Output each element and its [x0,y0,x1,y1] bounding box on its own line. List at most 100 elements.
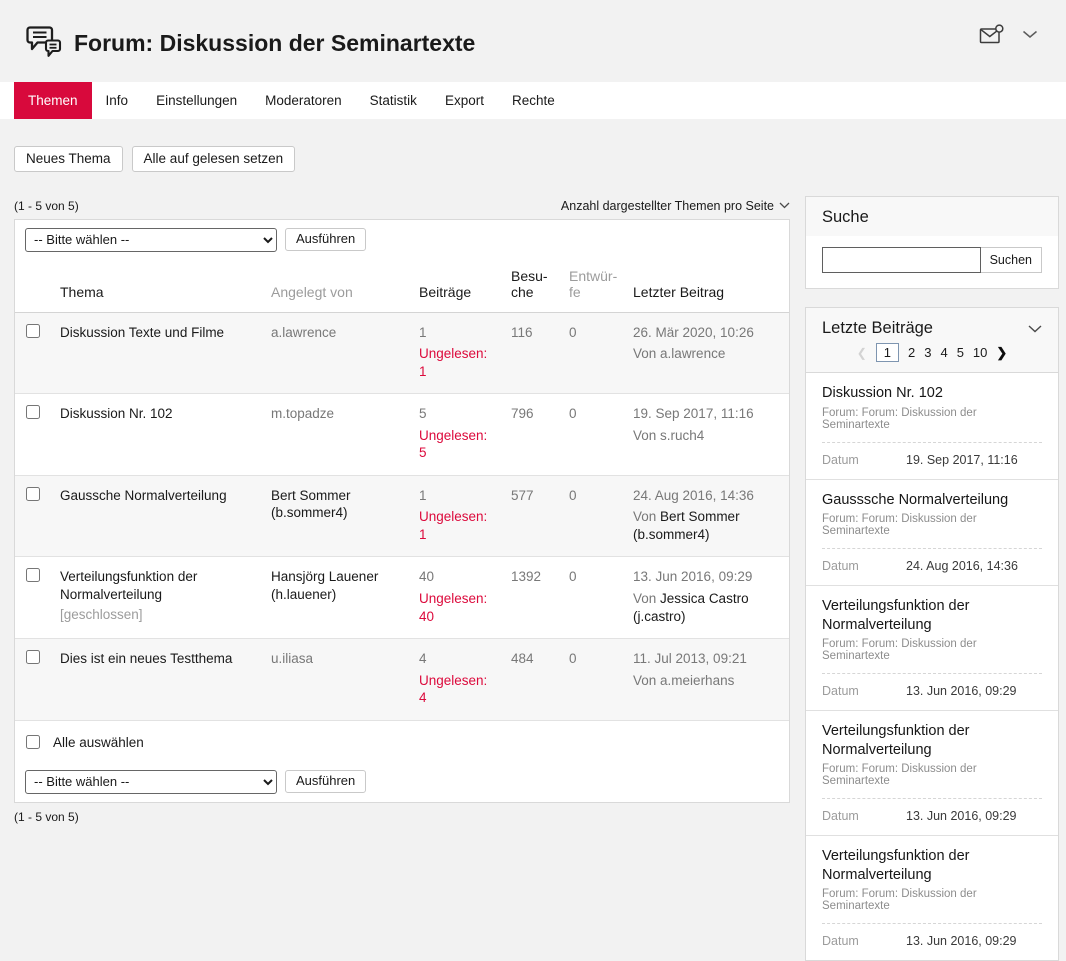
tab-label: Themen [28,93,78,108]
sidebar: Suche Suchen Letzte Beiträge ❮ 1 [805,196,1059,961]
range-info-top: (1 - 5 von 5) [14,199,79,213]
topic-visits: 577 [503,475,561,557]
tab-label: Einstellungen [156,93,237,108]
toolbar-button[interactable]: Neues Thema [14,146,123,172]
bulk-action-select-top[interactable]: -- Bitte wählen -- [25,228,277,252]
topic-visits: 796 [503,394,561,476]
tab-item[interactable]: Einstellungen [142,82,251,119]
topic-checkbox[interactable] [26,487,40,501]
topic-unread-link[interactable]: Ungelesen: 5 [419,427,495,462]
forum-chat-bubbles-icon [24,24,64,62]
latest-post-forum: Forum: Forum: Diskussion der Seminartext… [822,888,1042,912]
latest-post-entry: Verteilungsfunktion der Normalverteilung… [806,836,1058,960]
divider [822,548,1042,549]
bulk-action-select-bottom[interactable]: -- Bitte wählen -- [25,770,277,794]
latest-post-entry: Verteilungsfunktion der Normalverteilung… [806,711,1058,836]
search-panel-title: Suche [822,208,869,226]
topic-author[interactable]: u.iliasa [271,651,313,666]
column-header[interactable]: Besu-che [503,260,561,313]
pagination-page[interactable]: 3 [924,345,931,360]
search-input[interactable] [822,247,981,273]
column-header[interactable]: Beiträge [411,260,503,313]
latest-post-forum: Forum: Forum: Diskussion der Seminartext… [822,407,1042,431]
mail-notification-icon[interactable] [979,24,1004,45]
tab-item[interactable]: Themen [14,82,92,119]
topic-posts-count: 1 [419,487,495,505]
date-label: Datum [822,809,906,823]
column-header[interactable]: Thema [52,260,263,313]
topic-drafts: 0 [561,639,625,721]
latest-post-forum: Forum: Forum: Diskussion der Seminartext… [822,513,1042,537]
topic-row: Diskussion Texte und Filme a.lawrence 1 … [15,312,789,394]
topic-author[interactable]: Bert Sommer (b.sommer4) [271,488,351,521]
topic-drafts: 0 [561,475,625,557]
table-header-row: Thema Angelegt von Beiträge Besu-che Ent… [15,260,789,313]
topic-unread-link[interactable]: Ungelesen: 4 [419,672,495,707]
topics-panel: -- Bitte wählen -- Ausführen Thema Angel… [14,219,790,803]
tab-item[interactable]: Statistik [356,82,431,119]
pagination-page[interactable]: 2 [908,345,915,360]
last-post-author[interactable]: s.ruch4 [660,428,704,443]
content: Neues Thema Alle auf gelesen setzen (1 -… [0,119,1066,961]
topic-posts-count: 40 [419,568,495,586]
topic-unread-link[interactable]: Ungelesen: 1 [419,345,495,380]
topic-title-link[interactable]: Dies ist ein neues Testthema [60,651,232,666]
latest-posts-title: Letzte Beiträge [822,319,933,338]
column-header[interactable]: Letzter Beitrag [625,260,789,313]
topic-posts-count: 4 [419,650,495,668]
latest-post-date-row: Datum 24. Aug 2016, 14:36 [822,559,1042,573]
execute-button-top[interactable]: Ausführen [285,228,366,251]
topic-title-link[interactable]: Diskussion Nr. 102 [60,406,173,421]
latest-post-entry: Diskussion Nr. 102 Forum: Forum: Diskuss… [806,373,1058,480]
latest-post-title-link[interactable]: Gausssche Normalverteilung [822,491,1042,510]
tab-item[interactable]: Rechte [498,82,569,119]
topic-checkbox[interactable] [26,650,40,664]
per-page-dropdown[interactable]: Anzahl dargestellter Themen pro Seite [561,199,790,213]
tab-item[interactable]: Info [92,82,143,119]
date-value: 13. Jun 2016, 09:29 [906,809,1017,823]
pagination-page[interactable]: 1 [876,343,899,362]
pagination-page[interactable]: 10 [973,345,987,360]
topic-title-link[interactable]: Gaussche Normalverteilung [60,488,227,503]
date-value: 13. Jun 2016, 09:29 [906,934,1017,948]
collapse-chevron-icon[interactable] [1028,320,1042,338]
topic-title-link[interactable]: Diskussion Texte und Filme [60,325,224,340]
bulk-action-bottom: -- Bitte wählen -- Ausführen [15,762,789,802]
column-header[interactable]: Angelegt von [263,260,411,313]
column-header[interactable]: Entwür-fe [561,260,625,313]
topic-row: Gaussche Normalverteilung Bert Sommer (b… [15,475,789,557]
latest-post-title-link[interactable]: Diskussion Nr. 102 [822,384,1042,403]
last-post-author-line: Von a.meierhans [633,672,781,690]
latest-post-title-link[interactable]: Verteilungsfunktion der Normalverteilung [822,847,1042,884]
topic-checkbox[interactable] [26,568,40,582]
topic-checkbox[interactable] [26,324,40,338]
latest-post-title-link[interactable]: Verteilungsfunktion der Normalverteilung [822,597,1042,634]
tab-item[interactable]: Export [431,82,498,119]
header-checkbox-spacer [15,260,52,313]
tab-item[interactable]: Moderatoren [251,82,356,119]
search-button[interactable]: Suchen [981,247,1042,273]
select-all-label[interactable]: Alle auswählen [53,735,144,750]
latest-post-title-link[interactable]: Verteilungsfunktion der Normalverteilung [822,722,1042,759]
topic-drafts: 0 [561,394,625,476]
latest-posts-panel: Letzte Beiträge ❮ 1 2 3 4 5 [805,307,1059,961]
topic-author[interactable]: m.topadze [271,406,334,421]
topic-author[interactable]: Hansjörg Lauener (h.lauener) [271,569,378,602]
topic-checkbox[interactable] [26,405,40,419]
select-all-checkbox[interactable] [26,735,40,749]
actions-chevron-down-icon[interactable] [1022,30,1038,39]
toolbar-button[interactable]: Alle auf gelesen setzen [132,146,296,172]
last-post-author[interactable]: a.lawrence [660,346,725,361]
execute-button-bottom[interactable]: Ausführen [285,770,366,793]
last-post-author-line: Von Bert Sommer (b.sommer4) [633,508,781,543]
pagination-page[interactable]: 4 [940,345,947,360]
pagination-page[interactable]: 5 [957,345,964,360]
topic-title-link[interactable]: Verteilungsfunktion der Normalverteilung [60,569,197,602]
topic-author[interactable]: a.lawrence [271,325,336,340]
last-post-author[interactable]: a.meierhans [660,673,734,688]
topic-unread-link[interactable]: Ungelesen: 1 [419,508,495,543]
per-page-label: Anzahl dargestellter Themen pro Seite [561,199,774,213]
pagination-prev-icon[interactable]: ❮ [857,346,867,360]
topic-unread-link[interactable]: Ungelesen: 40 [419,590,495,625]
pagination-next-icon[interactable]: ❯ [996,345,1007,361]
